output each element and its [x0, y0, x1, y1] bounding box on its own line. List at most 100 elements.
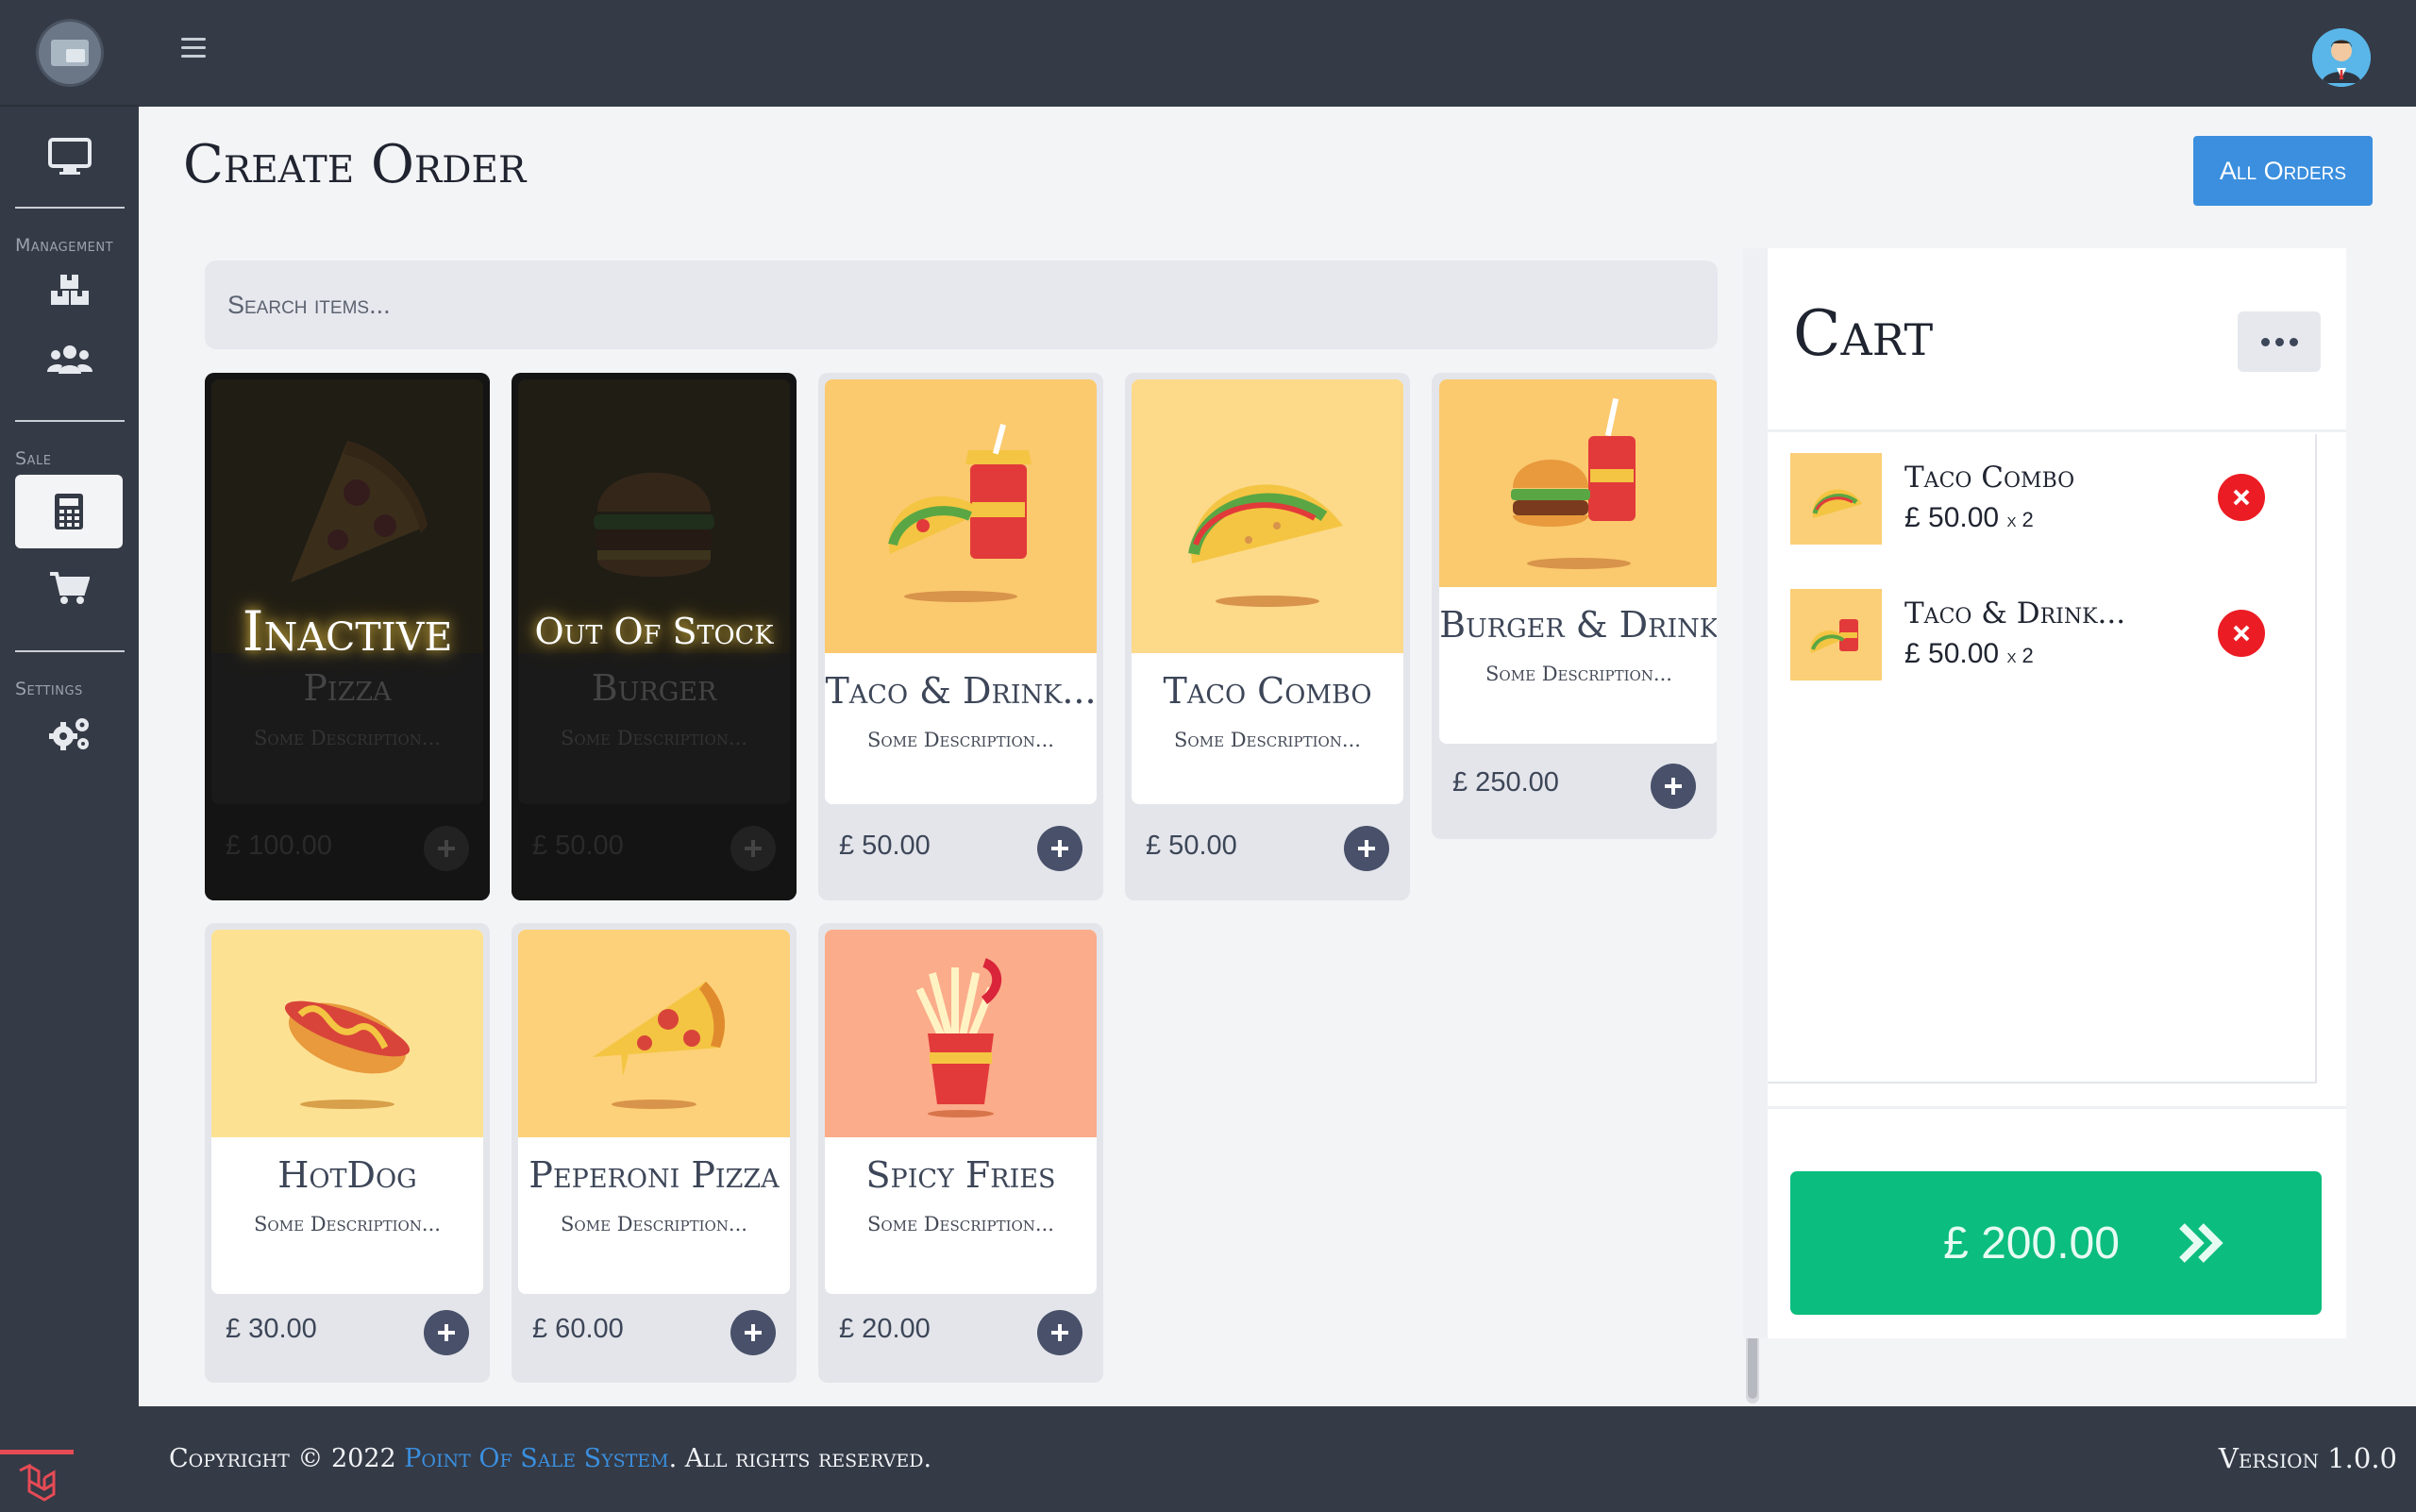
- monitor-icon: [47, 138, 92, 175]
- copyright-prefix: Copyright © 2022: [169, 1444, 396, 1473]
- item-description: Some Description...: [867, 729, 1054, 751]
- status-badge: Out Of Stock: [534, 611, 774, 652]
- item-name: Peperoni Pizza: [528, 1154, 780, 1196]
- item-card-taco-drink[interactable]: Taco & Drink... Some Description... £ 50…: [818, 373, 1103, 900]
- users-icon: [46, 345, 92, 374]
- plus-icon: [1665, 778, 1682, 795]
- sidebar-item-users[interactable]: [0, 324, 139, 395]
- laravel-logo: [0, 1450, 74, 1512]
- item-price: £ 50.00: [1146, 831, 1237, 861]
- item-card-burger[interactable]: Out Of Stock Burger Some Description... …: [512, 373, 797, 900]
- cart-title: Cart: [1793, 297, 1934, 370]
- add-to-cart-button[interactable]: [1037, 1310, 1082, 1355]
- cart-item-name: Taco & Drink...: [1904, 596, 2126, 630]
- plus-icon: [1051, 840, 1068, 857]
- plus-icon: [745, 1324, 762, 1341]
- item-description: Some Description...: [867, 1213, 1054, 1235]
- item-price: £ 100.00: [226, 831, 332, 861]
- sidebar-item-orders[interactable]: [0, 548, 139, 628]
- plus-icon: [438, 1324, 455, 1341]
- search-input[interactable]: Search items...: [205, 260, 1718, 349]
- laravel-icon: [19, 1463, 56, 1502]
- add-to-cart-button[interactable]: [1651, 764, 1696, 809]
- user-avatar[interactable]: [2312, 28, 2371, 87]
- add-to-cart-button[interactable]: [730, 826, 776, 871]
- item-name: Burger & Drink: [1439, 604, 1717, 646]
- dashboard-nav[interactable]: [0, 107, 139, 207]
- sidebar-section-management: Management: [15, 235, 114, 256]
- taco-drink-icon: [888, 424, 1032, 602]
- cart-item-price: £ 50.00 x 2: [1904, 502, 2034, 534]
- sidebar-divider: [15, 650, 125, 652]
- sidebar-item-pos[interactable]: [15, 475, 123, 548]
- calculator-icon: [55, 494, 83, 529]
- item-image: [825, 379, 1097, 653]
- item-price: £ 50.00: [532, 831, 624, 861]
- fries-icon: [915, 958, 1002, 1117]
- copyright-suffix: . All rights reserved.: [668, 1444, 932, 1473]
- plus-icon: [1051, 1324, 1068, 1341]
- cart-item-price: £ 50.00 x 2: [1904, 638, 2034, 670]
- item-name: Spicy Fries: [865, 1154, 1056, 1196]
- item-description: Some Description...: [254, 1213, 441, 1235]
- menu-toggle-icon[interactable]: [181, 38, 206, 59]
- cart-item-thumbnail: [1790, 453, 1882, 545]
- double-chevron-right-icon: [2179, 1223, 2223, 1263]
- item-image: [1439, 379, 1717, 587]
- sidebar-item-inventory[interactable]: [0, 256, 139, 324]
- add-to-cart-button[interactable]: [424, 826, 469, 871]
- cart-divider: [1768, 1106, 2346, 1109]
- item-card-spicy-fries[interactable]: Spicy Fries Some Description... £ 20.00: [818, 923, 1103, 1383]
- cart-item-qty: x 2: [2006, 644, 2034, 667]
- taco-icon: [1812, 489, 1862, 518]
- app-logo[interactable]: [38, 21, 101, 84]
- cart-item-qty: x 2: [2006, 508, 2034, 531]
- cart-item: Taco & Drink... £ 50.00 x 2: [1790, 589, 2319, 681]
- copyright-text: Copyright © 2022 Point Of Sale System. A…: [169, 1444, 931, 1473]
- cart-item-price-value: £ 50.00: [1904, 638, 2000, 669]
- hotdog-icon: [284, 1000, 411, 1109]
- item-name: Pizza: [303, 667, 392, 709]
- item-price: £ 50.00: [839, 831, 931, 861]
- sidebar-item-settings[interactable]: [0, 699, 139, 767]
- cart-icon: [49, 572, 90, 604]
- top-navbar: [139, 0, 2416, 107]
- version-text: Version 1.0.0: [2218, 1442, 2397, 1474]
- item-card-burger-drink[interactable]: Burger & Drink Some Description... £ 250…: [1432, 373, 1717, 839]
- item-name: Taco Combo: [1163, 670, 1372, 712]
- sidebar-section-sale: Sale: [15, 448, 52, 469]
- pizza-slice-icon: [593, 982, 725, 1109]
- brand-link[interactable]: Point Of Sale System: [404, 1444, 668, 1473]
- item-price: £ 60.00: [532, 1314, 624, 1344]
- item-card-peperoni-pizza[interactable]: Peperoni Pizza Some Description... £ 60.…: [512, 923, 797, 1383]
- burger-drink-icon: [1511, 397, 1636, 569]
- sidebar-divider: [15, 207, 125, 209]
- cart-item-price-value: £ 50.00: [1904, 502, 2000, 533]
- add-to-cart-button[interactable]: [1344, 826, 1389, 871]
- add-to-cart-button[interactable]: [424, 1310, 469, 1355]
- add-to-cart-button[interactable]: [1037, 826, 1082, 871]
- all-orders-button[interactable]: All Orders: [2193, 136, 2373, 206]
- page-title: Create Order: [183, 134, 527, 195]
- item-card-taco-combo[interactable]: Taco Combo Some Description... £ 50.00: [1125, 373, 1410, 900]
- cart-more-button[interactable]: [2238, 311, 2321, 372]
- item-card-pizza[interactable]: Inactive Pizza Some Description... £ 100…: [205, 373, 490, 900]
- sidebar: Management Sale Settings: [0, 0, 139, 1512]
- remove-item-button[interactable]: [2218, 610, 2265, 657]
- taco-drink-icon: [1810, 618, 1858, 653]
- cart-item-name: Taco Combo: [1904, 461, 2075, 495]
- item-name: Taco & Drink...: [825, 670, 1097, 712]
- cart-item: Taco Combo £ 50.00 x 2: [1790, 453, 2319, 546]
- item-description: Some Description...: [561, 727, 747, 749]
- checkout-button[interactable]: £ 200.00: [1790, 1171, 2322, 1315]
- item-image: [825, 930, 1097, 1137]
- cart-total: £ 200.00: [1943, 1218, 2120, 1268]
- plus-icon: [1358, 840, 1375, 857]
- remove-item-button[interactable]: [2218, 474, 2265, 521]
- item-card-hotdog[interactable]: HotDog Some Description... £ 30.00: [205, 923, 490, 1383]
- add-to-cart-button[interactable]: [730, 1310, 776, 1355]
- item-description: Some Description...: [1174, 729, 1361, 751]
- plus-icon: [745, 840, 762, 857]
- item-image: [518, 930, 790, 1137]
- status-badge: Inactive: [242, 599, 453, 664]
